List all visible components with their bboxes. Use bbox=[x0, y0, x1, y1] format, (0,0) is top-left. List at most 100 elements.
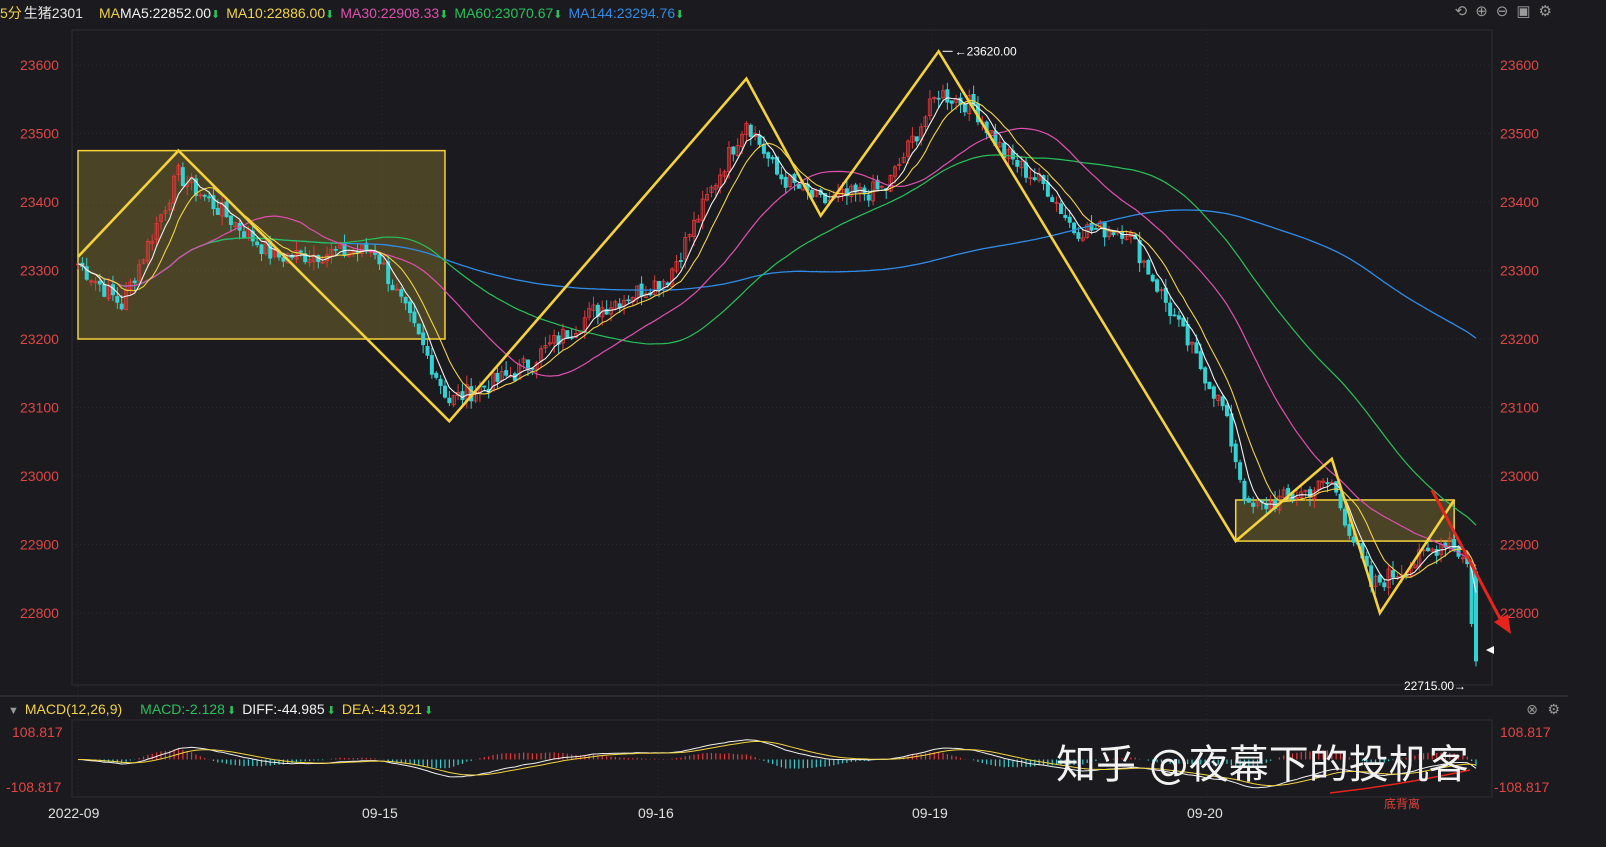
symbol-label: 生猪2301 bbox=[23, 5, 83, 21]
x-tick-label: 09-19 bbox=[912, 805, 948, 821]
candle-body bbox=[626, 299, 631, 302]
watermark: 知乎 @夜幕下的投机客 bbox=[1056, 742, 1469, 788]
candle-body bbox=[1194, 342, 1199, 354]
interval-label[interactable]: 5分 bbox=[0, 5, 22, 21]
macd-title: MACD(12,26,9) bbox=[24, 701, 123, 717]
candle-body bbox=[936, 97, 941, 100]
collapse-icon[interactable]: ▼ bbox=[8, 705, 19, 717]
y-tick-left: 23200 bbox=[20, 331, 59, 347]
candle-body bbox=[1146, 260, 1151, 275]
ma30-value: MA30:22908.33 bbox=[340, 5, 440, 21]
x-tick-label: 09-15 bbox=[362, 805, 398, 821]
candle-body bbox=[1425, 547, 1430, 552]
candle-body bbox=[442, 385, 447, 398]
candle-body bbox=[766, 152, 771, 159]
ma60-down-icon: ⬇ bbox=[553, 9, 563, 21]
x-tick-label: 2022-09 bbox=[48, 805, 100, 821]
candle-body bbox=[1181, 317, 1186, 327]
candle-body bbox=[731, 146, 736, 155]
y-tick-right: 23600 bbox=[1500, 57, 1539, 73]
candle-body bbox=[962, 103, 967, 113]
chart-toolbar: ⟲⊕⊖▣⚙ bbox=[1455, 2, 1560, 20]
candle-body bbox=[1351, 536, 1356, 543]
candle-body bbox=[757, 135, 762, 145]
candle-body bbox=[1390, 570, 1395, 578]
y-tick-left: 23000 bbox=[20, 468, 59, 484]
candle-body bbox=[202, 194, 207, 197]
x-tick-label: 09-16 bbox=[638, 805, 674, 821]
candle-body bbox=[525, 359, 530, 368]
candle-body bbox=[259, 244, 264, 255]
y-tick-left: 23100 bbox=[20, 400, 59, 416]
candle-body bbox=[242, 231, 247, 238]
macd-settings-icon[interactable]: ⚙ bbox=[1547, 698, 1560, 720]
candle-body bbox=[1220, 396, 1225, 407]
candle-body bbox=[228, 215, 233, 225]
candle-body bbox=[412, 311, 417, 324]
last-price-marker bbox=[1486, 646, 1494, 654]
candle-body bbox=[1067, 216, 1072, 223]
candle-body bbox=[438, 378, 443, 387]
candle-body bbox=[914, 136, 919, 142]
candle-body bbox=[495, 372, 500, 382]
candle-body bbox=[1089, 222, 1094, 231]
candle-body bbox=[1211, 386, 1216, 399]
y-tick-right: 23000 bbox=[1500, 468, 1539, 484]
y-tick-right: 23400 bbox=[1500, 194, 1539, 210]
price-panel-frame bbox=[71, 29, 1493, 686]
ma-prefix: MA bbox=[98, 5, 120, 21]
candle-body bbox=[1076, 232, 1081, 239]
candle-body bbox=[1224, 404, 1229, 417]
ma60-value: MA60:23070.67 bbox=[454, 5, 554, 21]
candle-body bbox=[429, 355, 434, 375]
y-tick-left: 22800 bbox=[20, 605, 59, 621]
ma144-value: MA144:23294.76 bbox=[568, 5, 676, 21]
macd-axis-top-right: 108.817 bbox=[1500, 724, 1551, 740]
candle-body bbox=[115, 296, 120, 303]
candle-body bbox=[215, 207, 220, 215]
candle-body bbox=[504, 370, 509, 376]
candle-body bbox=[1176, 315, 1181, 320]
candle-body bbox=[425, 346, 430, 356]
candle-body bbox=[132, 280, 137, 284]
candle-body bbox=[1233, 443, 1238, 463]
y-tick-right: 22900 bbox=[1500, 537, 1539, 553]
macd-close-icon[interactable]: ⊗ bbox=[1526, 698, 1538, 720]
candle-body bbox=[1058, 203, 1063, 215]
diff-value: DIFF:-44.985 bbox=[242, 701, 325, 717]
candle-body bbox=[390, 284, 395, 291]
candle-body bbox=[1242, 480, 1247, 501]
candle-body bbox=[1207, 381, 1212, 390]
chart-header: 5分 生猪2301 MAMA5:22852.00⬇ MA10:22886.00⬇ MA3… bbox=[0, 0, 1568, 26]
high-label: ←23620.00 bbox=[955, 44, 1017, 58]
candle-body bbox=[1246, 498, 1251, 503]
dea-down-icon: ⬇ bbox=[424, 705, 434, 717]
layout-icon[interactable]: ▣ bbox=[1516, 3, 1538, 20]
candle-body bbox=[1150, 274, 1155, 282]
candle-body bbox=[1093, 227, 1098, 230]
candle-body bbox=[482, 385, 487, 388]
candle-body bbox=[1168, 302, 1173, 316]
y-tick-left: 23500 bbox=[20, 126, 59, 142]
candle-body bbox=[949, 100, 954, 104]
zoom-in-icon[interactable]: ⊕ bbox=[1475, 3, 1496, 20]
macd-down-icon: ⬇ bbox=[226, 705, 237, 717]
candle-body bbox=[403, 296, 408, 304]
candle-body bbox=[1172, 314, 1177, 317]
candle-body bbox=[255, 241, 260, 246]
macd-axis-bottom-right: -108.817 bbox=[1494, 779, 1549, 795]
low-label: 22715.00→ bbox=[1404, 679, 1466, 693]
candle-body bbox=[447, 397, 452, 404]
candle-body bbox=[1203, 367, 1208, 384]
settings-icon[interactable]: ⚙ bbox=[1539, 3, 1560, 20]
candle-body bbox=[779, 174, 784, 180]
undo-icon[interactable]: ⟲ bbox=[1455, 3, 1476, 20]
candle-body bbox=[748, 124, 753, 138]
macd-header: ▼ MACD(12,26,9) MACD:-2.128 ⬇ DIFF:-44.985 ⬇ D… bbox=[0, 698, 1568, 720]
y-tick-right: 23100 bbox=[1500, 400, 1539, 416]
candle-body bbox=[783, 176, 788, 188]
candle-body bbox=[866, 194, 871, 201]
zoom-out-icon[interactable]: ⊖ bbox=[1496, 3, 1517, 20]
candle-body bbox=[796, 184, 801, 189]
candle-body bbox=[1155, 279, 1160, 292]
